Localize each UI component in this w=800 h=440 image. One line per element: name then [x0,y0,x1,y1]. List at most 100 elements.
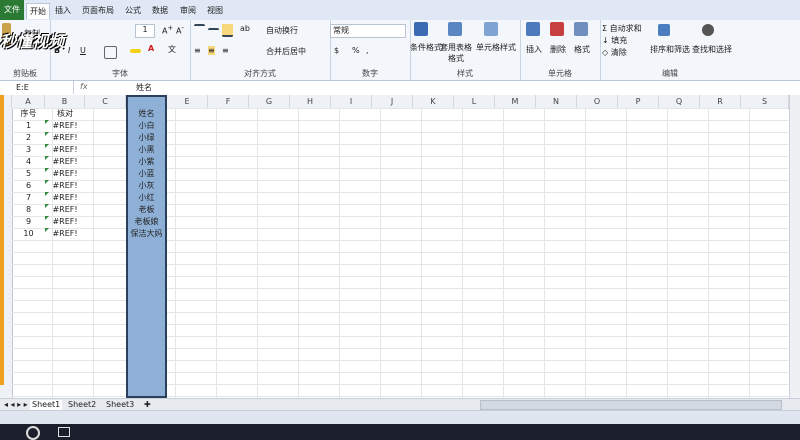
cell-d-value[interactable]: 老板娘 [126,216,167,228]
number-format-dropdown[interactable]: 常规 [330,24,406,38]
new-sheet-icon[interactable]: ✚ [144,400,151,410]
fx-icon[interactable]: fx [80,82,88,91]
cell-b-value[interactable]: #REF! [45,216,85,228]
task-view-icon[interactable] [58,427,70,437]
column-header-n[interactable]: N [536,95,577,108]
cell-a-value[interactable]: 4 [12,156,45,168]
cell-b-value[interactable]: #REF! [45,192,85,204]
align-bottom-icon[interactable] [222,24,233,37]
align-right-icon[interactable]: ≡ [222,46,229,55]
name-box[interactable]: E:E [0,81,74,94]
shrink-font-icon[interactable]: A- [176,24,184,36]
table-format-icon[interactable] [448,22,462,36]
column-header-g[interactable]: G [249,95,290,108]
sort-filter-button[interactable]: 排序和筛选 [650,44,690,55]
cell-a-value[interactable]: 2 [12,132,45,144]
tab-page-layout[interactable]: 页面布局 [82,3,114,18]
cell-b-value[interactable]: #REF! [45,120,85,132]
cell-a1[interactable]: 序号 [12,108,45,120]
fill-color-icon[interactable] [130,46,141,55]
cell-d-value[interactable]: 小白 [126,120,167,132]
underline-icon[interactable]: U [80,46,86,55]
currency-icon[interactable]: $ [334,46,339,55]
cell-b1[interactable]: 核对 [45,108,85,120]
fill-button[interactable]: ↓ 填充 [602,35,627,46]
column-header-o[interactable]: O [577,95,618,108]
column-header-h[interactable]: H [290,95,331,108]
wrap-text-button[interactable]: 自动换行 [266,25,298,36]
cell-b-value[interactable]: #REF! [45,168,85,180]
font-color-icon[interactable]: A [148,44,154,53]
cell-styles-icon[interactable] [484,22,498,36]
column-header-i[interactable]: I [331,95,372,108]
align-middle-icon[interactable] [208,24,219,34]
align-center-icon[interactable]: ≡ [208,46,215,55]
sort-filter-icon[interactable] [658,24,670,36]
column-header-q[interactable]: Q [659,95,700,108]
sheet-nav-arrows[interactable]: ◂ ◂ ▸ ▸ [4,400,28,410]
tab-home[interactable]: 开始 [26,3,50,19]
align-top-icon[interactable] [194,24,205,37]
column-header-a[interactable]: A [12,95,45,108]
tab-review[interactable]: 审阅 [180,3,196,18]
border-icon[interactable] [104,46,117,59]
phonetic-icon[interactable]: 文 [168,44,176,55]
cell-a-value[interactable]: 9 [12,216,45,228]
column-header-k[interactable]: K [413,95,454,108]
tab-data[interactable]: 数据 [152,3,168,18]
grow-font-icon[interactable]: A+ [162,24,173,36]
column-header-s[interactable]: S [741,95,789,108]
cell-a-value[interactable]: 7 [12,192,45,204]
cell-b-value[interactable]: #REF! [45,156,85,168]
column-header-l[interactable]: L [454,95,495,108]
comma-button[interactable]: , [366,46,369,55]
column-header-f[interactable]: F [208,95,249,108]
align-left-icon[interactable]: ≡ [194,46,201,55]
merge-center-button[interactable]: 合并后居中 [266,46,306,57]
column-header-r[interactable]: R [700,95,741,108]
horizontal-scrollbar[interactable] [480,400,782,410]
cell-a-value[interactable]: 10 [12,228,45,240]
cell-d-value[interactable]: 小蓝 [126,168,167,180]
cell-a-value[interactable]: 1 [12,120,45,132]
sheet-tab-1[interactable]: Sheet1 [30,400,63,410]
cell-a-value[interactable]: 6 [12,180,45,192]
tab-formulas[interactable]: 公式 [125,3,141,18]
conditional-format-button[interactable]: 条件格式 [410,42,442,53]
tab-insert[interactable]: 插入 [55,3,71,18]
format-cells-icon[interactable] [574,22,588,36]
tab-file[interactable]: 文件 [0,0,24,20]
column-header-c[interactable]: C [85,95,126,108]
insert-cells-icon[interactable] [526,22,540,36]
italic-icon[interactable]: I [68,46,70,55]
conditional-format-icon[interactable] [414,22,428,36]
delete-cells-icon[interactable] [550,22,564,36]
cell-a-value[interactable]: 5 [12,168,45,180]
column-header-m[interactable]: M [495,95,536,108]
insert-cells-button[interactable]: 插入 [526,44,542,55]
cell-b-value[interactable]: #REF! [45,228,85,240]
format-cells-button[interactable]: 格式 [574,44,590,55]
cell-d-value[interactable]: 小绿 [126,132,167,144]
orientation-icon[interactable]: ab [240,24,250,33]
column-header-p[interactable]: P [618,95,659,108]
cell-d-value[interactable]: 小紫 [126,156,167,168]
cell-d-value[interactable]: 小红 [126,192,167,204]
table-format-button[interactable]: 套用表格格式 [440,42,472,64]
cell-d-value[interactable]: 小黑 [126,144,167,156]
find-select-button[interactable]: 查找和选择 [692,44,732,55]
percent-button[interactable]: % [352,46,360,55]
formula-input[interactable]: 姓名 [136,81,152,94]
column-header-j[interactable]: J [372,95,413,108]
clear-button[interactable]: ◇ 清除 [602,47,627,58]
vertical-scrollbar[interactable] [789,95,800,399]
column-header-b[interactable]: B [45,95,85,108]
cell-d-value[interactable]: 小灰 [126,180,167,192]
find-select-icon[interactable] [702,24,714,36]
cell-b-value[interactable]: #REF! [45,132,85,144]
column-header-e[interactable]: E [167,95,208,108]
cell-b-value[interactable]: #REF! [45,180,85,192]
cell-d-value[interactable]: 保洁大妈 [126,228,167,240]
cell-b-value[interactable]: #REF! [45,204,85,216]
autosum-button[interactable]: Σ 自动求和 [602,23,642,34]
